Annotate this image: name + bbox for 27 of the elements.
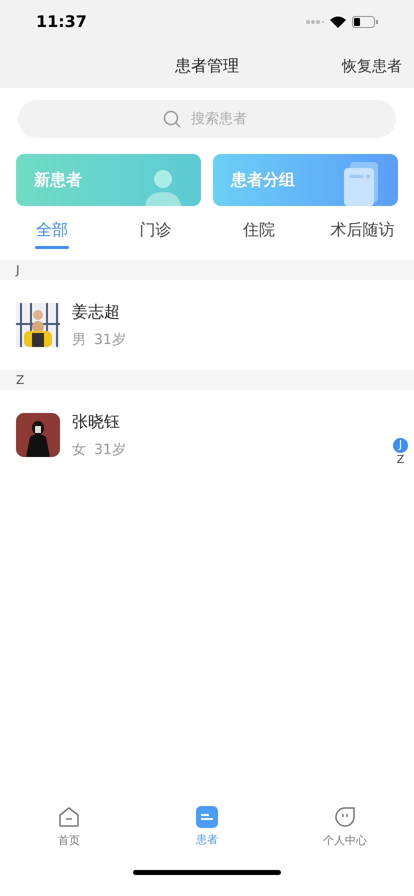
tab-bar-item[interactable]: 首页	[0, 800, 138, 854]
section-header: J	[0, 260, 414, 280]
search-icon	[163, 110, 181, 128]
battery-icon	[352, 16, 378, 28]
search-field[interactable]: 搜索患者	[18, 100, 396, 138]
restore-patients-button[interactable]: 恢复患者	[342, 54, 402, 78]
patient-name: 张晓钰	[72, 410, 121, 432]
page-title: 患者管理	[175, 55, 239, 77]
patient-row[interactable]: 姜志超 男 31岁	[0, 280, 380, 370]
list-icon	[196, 806, 218, 828]
patient-age: 31岁	[94, 440, 126, 460]
section-header: Z	[0, 370, 414, 390]
patient-name: 姜志超	[72, 300, 121, 322]
patient-row[interactable]: 张晓钰 女 31岁	[0, 390, 380, 480]
patient-age: 31岁	[94, 330, 126, 350]
tab[interactable]: 门诊	[104, 206, 207, 260]
signal-icon	[306, 18, 324, 26]
index-letter[interactable]: Z	[393, 453, 408, 468]
patient-gender: 男	[72, 330, 86, 350]
tab-bar-item[interactable]: 个人中心	[276, 800, 414, 854]
tab[interactable]: 术后随访	[310, 206, 414, 260]
status-time: 11:37	[36, 11, 87, 33]
chat-bubble-icon	[333, 804, 357, 829]
home-icon	[57, 804, 81, 829]
tab[interactable]: 住院	[207, 206, 310, 260]
patient-gender: 女	[72, 440, 86, 460]
wifi-icon	[330, 16, 346, 28]
